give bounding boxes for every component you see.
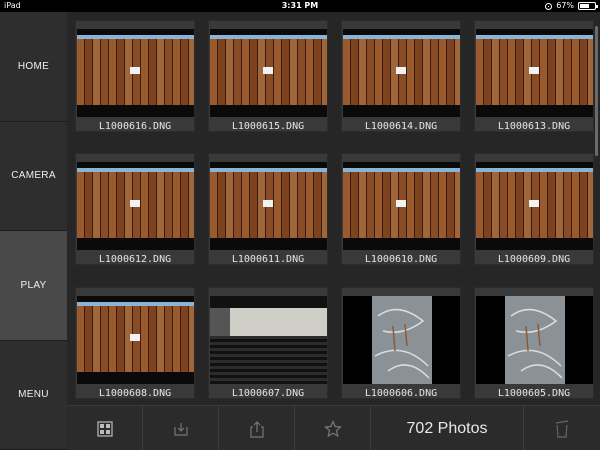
photo-filename: L1000609.DNG xyxy=(497,254,571,265)
photo-thumbnail xyxy=(343,296,460,384)
rotation-lock-icon xyxy=(545,2,553,10)
photo-filename: L1000612.DNG xyxy=(98,254,172,265)
photo-thumbnail xyxy=(77,29,194,117)
photo-filename: L1000614.DNG xyxy=(364,121,438,132)
share-button[interactable] xyxy=(219,406,295,450)
photo-tile[interactable]: L1000609.DNG xyxy=(474,153,594,265)
photo-filename: L1000615.DNG xyxy=(231,121,305,132)
status-bar: iPad 3:31 PM 67% xyxy=(0,0,600,12)
favorite-star-icon xyxy=(323,419,342,437)
grid-view-icon xyxy=(96,420,113,437)
nav-item-camera[interactable]: CAMERA xyxy=(0,122,67,231)
photo-thumbnail xyxy=(210,162,327,250)
battery-fill xyxy=(580,4,590,8)
photo-thumbnail xyxy=(77,162,194,250)
photo-count: 702 Photos xyxy=(371,406,524,450)
photo-filename: L1000611.DNG xyxy=(231,254,305,265)
share-icon xyxy=(249,420,264,438)
nav-label: MENU xyxy=(18,389,49,401)
photo-tile[interactable]: L1000608.DNG xyxy=(75,287,195,399)
photo-tile[interactable]: L1000606.DNG xyxy=(341,287,461,399)
bottom-toolbar: 702 Photos xyxy=(67,405,600,450)
photo-tile[interactable]: L1000612.DNG xyxy=(75,153,195,265)
favorite-button[interactable] xyxy=(295,406,371,450)
photo-tile[interactable]: L1000615.DNG xyxy=(208,20,328,132)
scrollbar[interactable] xyxy=(595,26,598,156)
photo-thumbnail xyxy=(343,29,460,117)
photo-thumbnail xyxy=(210,296,327,384)
grid-view-button[interactable] xyxy=(67,406,143,450)
photo-filename: L1000605.DNG xyxy=(497,388,571,399)
download-button[interactable] xyxy=(143,406,219,450)
photo-filename: L1000608.DNG xyxy=(98,388,172,399)
nav-item-menu[interactable]: MENU xyxy=(0,341,67,450)
photo-tile[interactable]: L1000611.DNG xyxy=(208,153,328,265)
battery-percent: 67% xyxy=(556,1,574,10)
photo-tile[interactable]: L1000605.DNG xyxy=(474,287,594,399)
status-right: 67% xyxy=(545,0,598,12)
delete-button[interactable] xyxy=(524,406,600,450)
photo-filename: L1000607.DNG xyxy=(231,388,305,399)
nav-label: HOME xyxy=(17,60,50,72)
photo-thumbnail xyxy=(476,296,593,384)
photo-filename: L1000613.DNG xyxy=(497,121,571,132)
nav-item-home[interactable]: HOME xyxy=(0,12,67,122)
photo-count-label: 702 Photos xyxy=(406,419,488,437)
photo-tile[interactable]: L1000610.DNG xyxy=(341,153,461,265)
photo-thumbnail xyxy=(476,29,593,117)
photo-thumbnail xyxy=(476,162,593,250)
sidebar-nav: HOME CAMERA PLAY MENU xyxy=(0,12,67,450)
photo-tile[interactable]: L1000614.DNG xyxy=(341,20,461,132)
status-time: 3:31 PM xyxy=(281,1,319,10)
photo-filename: L1000610.DNG xyxy=(364,254,438,265)
photo-filename: L1000606.DNG xyxy=(364,388,438,399)
photo-tile[interactable]: L1000607.DNG xyxy=(208,287,328,399)
photo-tile[interactable]: L1000613.DNG xyxy=(474,20,594,132)
nav-item-play[interactable]: PLAY xyxy=(0,231,67,341)
nav-label: PLAY xyxy=(20,279,47,291)
photo-thumbnail xyxy=(77,296,194,384)
photo-tile[interactable]: L1000616.DNG xyxy=(75,20,195,132)
battery-icon xyxy=(578,2,598,10)
photo-thumbnail xyxy=(343,162,460,250)
download-icon xyxy=(173,422,188,436)
photo-grid[interactable]: L1000616.DNG L1000615.DNG L1000614.DNG L100… xyxy=(67,12,600,405)
photo-thumbnail xyxy=(210,29,327,117)
photo-filename: L1000616.DNG xyxy=(98,121,172,132)
nav-label: CAMERA xyxy=(11,170,56,182)
delete-icon xyxy=(555,419,569,438)
